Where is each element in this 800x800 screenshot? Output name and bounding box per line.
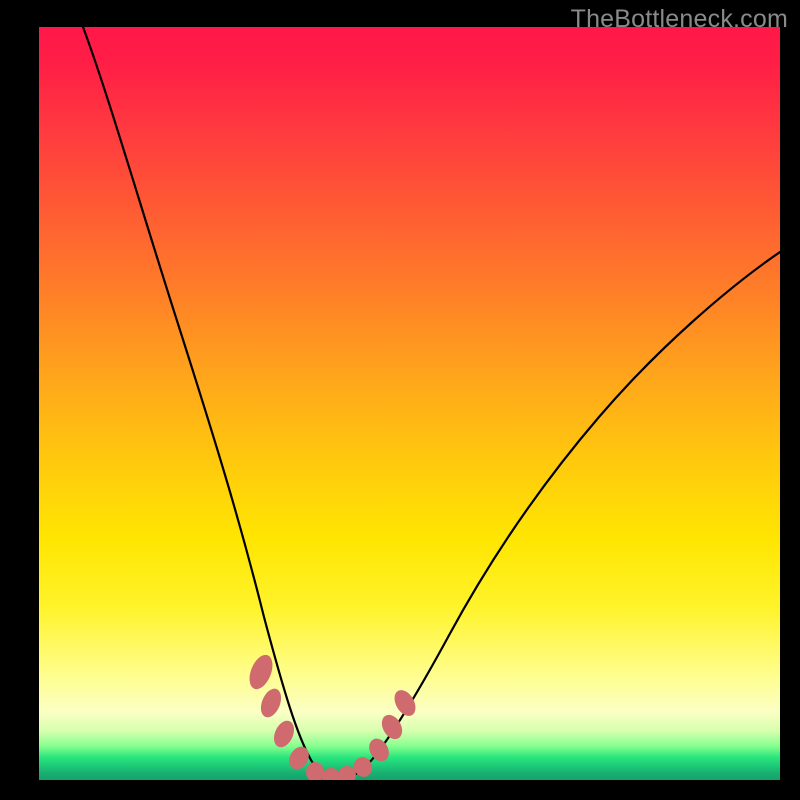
bottleneck-curve <box>83 27 780 779</box>
plot-area <box>39 27 780 780</box>
watermark-text: TheBottleneck.com <box>571 5 788 34</box>
chart-frame: TheBottleneck.com <box>0 0 800 800</box>
optimal-markers <box>245 652 420 780</box>
curve-layer <box>39 27 780 780</box>
